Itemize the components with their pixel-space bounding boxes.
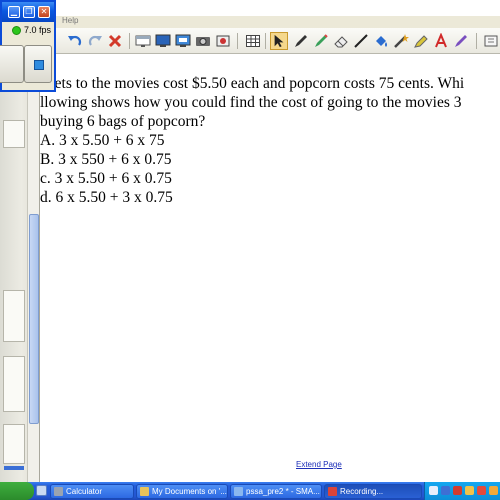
restore-icon[interactable]: ❐ [23,6,35,18]
start-button[interactable] [0,482,34,500]
record-icon[interactable] [214,32,232,50]
table-icon[interactable] [244,32,262,50]
add-page-icon[interactable] [482,32,500,50]
answer-option-d: d. 6 x 5.50 + 3 x 0.75 [40,189,173,206]
monitor-icon[interactable] [154,32,172,50]
tray-security-icon[interactable] [477,486,486,495]
side-scrollbar[interactable] [27,64,39,482]
answer-option-a: A. 3 x 5.50 + 6 x 75 [40,132,165,149]
side-tab-panel[interactable] [3,290,25,342]
tray-recorder-icon[interactable] [453,486,462,495]
select-arrow-icon[interactable] [270,32,288,50]
redo-icon[interactable] [86,32,104,50]
menu-bar: Help [56,16,500,28]
recorder-title-bar[interactable]: ▁ ❐ ✕ [2,2,54,22]
answer-option-c: c. 3 x 5.50 + 6 x 0.75 [40,170,172,187]
whiteboard-page[interactable]: ckets to the movies cost $5.50 each and … [40,54,500,482]
taskbar-item-calculator[interactable]: Calculator [50,484,134,499]
question-line: ckets to the movies cost $5.50 each and … [40,75,465,92]
tray-volume-icon[interactable] [465,486,474,495]
text-icon[interactable] [432,32,450,50]
capture-icon[interactable] [174,32,192,50]
recording-indicator-icon [11,25,21,35]
side-tab-indicator [4,466,24,470]
tray-app-icon[interactable] [489,486,498,495]
recorder-window[interactable]: ▁ ❐ ✕ 7.0 fps [0,0,56,92]
close-icon[interactable]: ✕ [38,6,50,18]
pause-button[interactable] [0,45,24,83]
line-icon[interactable] [352,32,370,50]
tray-network-icon[interactable] [441,486,450,495]
desktop-icon[interactable] [36,485,47,496]
extend-page-link[interactable]: Extend Page [296,460,342,469]
recorder-status: 7.0 fps [2,22,54,38]
taskbar-item-label: pssa_pre2 * - SMA... [246,487,320,496]
question-line: llowing shows how you could find the cos… [40,94,462,111]
delete-icon[interactable] [106,32,124,50]
more-icon[interactable] [452,32,470,50]
highlighter-icon[interactable] [412,32,430,50]
system-tray [424,482,500,500]
notebook-icon [234,487,243,496]
toolbar-separator [129,33,130,49]
toolbar-separator [237,33,238,49]
toolbar-separator [476,33,477,49]
taskbar-item-label: Calculator [66,487,103,496]
taskbar-item-my-documents[interactable]: My Documents on '... [136,484,228,499]
taskbar-item-label: My Documents on '... [152,487,227,496]
creative-pen-icon[interactable] [312,32,330,50]
tray-arrow-icon[interactable] [429,486,438,495]
folder-icon [140,487,149,496]
fps-readout: 7.0 fps [23,25,51,35]
toolbar [56,28,500,54]
taskbar-item-recording[interactable]: Recording... [324,484,422,499]
menu-help[interactable]: Help [62,16,78,25]
eraser-icon[interactable] [332,32,350,50]
recorder-controls [0,40,54,92]
fill-icon[interactable] [372,32,390,50]
undo-icon[interactable] [66,32,84,50]
taskbar-item-smart-notebook[interactable]: pssa_pre2 * - SMA... [230,484,322,499]
taskbar-item-label: Recording... [340,487,384,496]
toolbar-separator [265,33,266,49]
minimize-icon[interactable]: ▁ [8,6,20,18]
taskbar: Calculator My Documents on '... pssa_pre… [0,482,500,500]
side-tab-panel[interactable] [3,424,25,464]
side-tab-panel[interactable] [3,356,25,412]
side-scrollbar-thumb[interactable] [29,214,39,424]
magic-pen-icon[interactable] [392,32,410,50]
answer-option-b: B. 3 x 550 + 6 x 0.75 [40,151,172,168]
recorder-icon [328,487,337,496]
screen-shade-icon[interactable] [134,32,152,50]
pen-icon[interactable] [292,32,310,50]
stop-icon [34,60,44,70]
question-line: buying 6 bags of popcorn? [40,113,206,130]
camera-icon[interactable] [194,32,212,50]
stop-button[interactable] [24,45,52,83]
question-text: ckets to the movies cost $5.50 each and … [40,74,500,207]
calculator-icon [54,487,63,496]
side-tab-panel[interactable] [3,120,25,148]
